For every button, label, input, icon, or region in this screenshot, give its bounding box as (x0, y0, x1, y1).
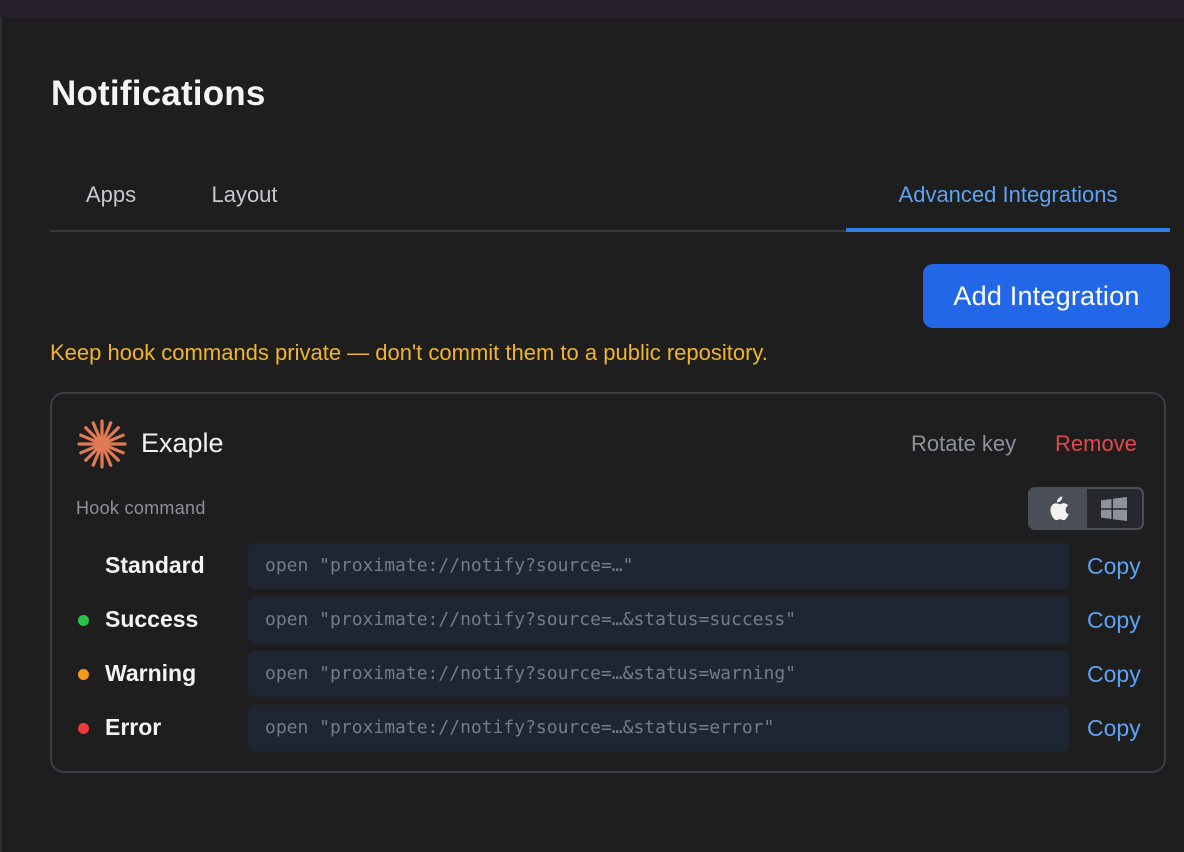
status-dot-success (78, 615, 89, 626)
command-row-success: Success open "proximate://notify?source=… (52, 597, 1168, 643)
integration-name: Exaple (141, 428, 224, 458)
tab-bar: Apps Layout Advanced Integrations (50, 168, 1170, 232)
tab-layout[interactable]: Layout (172, 168, 317, 230)
command-row-error: Error open "proximate://notify?source=…&… (52, 705, 1168, 751)
os-toggle (1028, 487, 1144, 530)
command-label: Error (105, 714, 162, 740)
copy-button[interactable]: Copy (1087, 607, 1141, 634)
tab-apps[interactable]: Apps (50, 168, 172, 230)
command-row-standard: Standard open "proximate://notify?source… (52, 543, 1168, 589)
command-label: Success (105, 606, 199, 632)
command-row-warning: Warning open "proximate://notify?source=… (52, 651, 1168, 697)
asterisk-burst-icon (77, 419, 127, 469)
rotate-key-link[interactable]: Rotate key (911, 431, 1016, 457)
status-dot-error (78, 723, 89, 734)
apple-icon (1050, 496, 1069, 520)
left-edge-divider (0, 17, 2, 852)
command-label: Standard (105, 552, 205, 578)
command-field[interactable]: open "proximate://notify?source=…" (248, 543, 1069, 589)
windows-icon (1101, 496, 1128, 521)
window-top-bar (0, 0, 1184, 17)
privacy-warning-text: Keep hook commands private — don't commi… (50, 340, 768, 365)
os-option-mac[interactable] (1030, 489, 1086, 528)
page-title: Notifications (51, 74, 266, 113)
copy-button[interactable]: Copy (1087, 661, 1141, 688)
command-field[interactable]: open "proximate://notify?source=…&status… (248, 705, 1069, 751)
command-label: Warning (105, 660, 197, 686)
copy-button[interactable]: Copy (1087, 715, 1141, 742)
hook-command-label: Hook command (76, 498, 206, 518)
os-option-windows[interactable] (1085, 489, 1142, 528)
remove-link[interactable]: Remove (1055, 431, 1137, 457)
tab-advanced-integrations[interactable]: Advanced Integrations (846, 168, 1170, 232)
add-integration-button[interactable]: Add Integration (923, 264, 1170, 328)
integration-card: Exaple Rotate key Remove Hook command St… (50, 392, 1166, 773)
status-dot-warning (78, 669, 89, 680)
copy-button[interactable]: Copy (1087, 553, 1141, 580)
command-field[interactable]: open "proximate://notify?source=…&status… (248, 651, 1069, 697)
command-field[interactable]: open "proximate://notify?source=…&status… (248, 597, 1069, 643)
